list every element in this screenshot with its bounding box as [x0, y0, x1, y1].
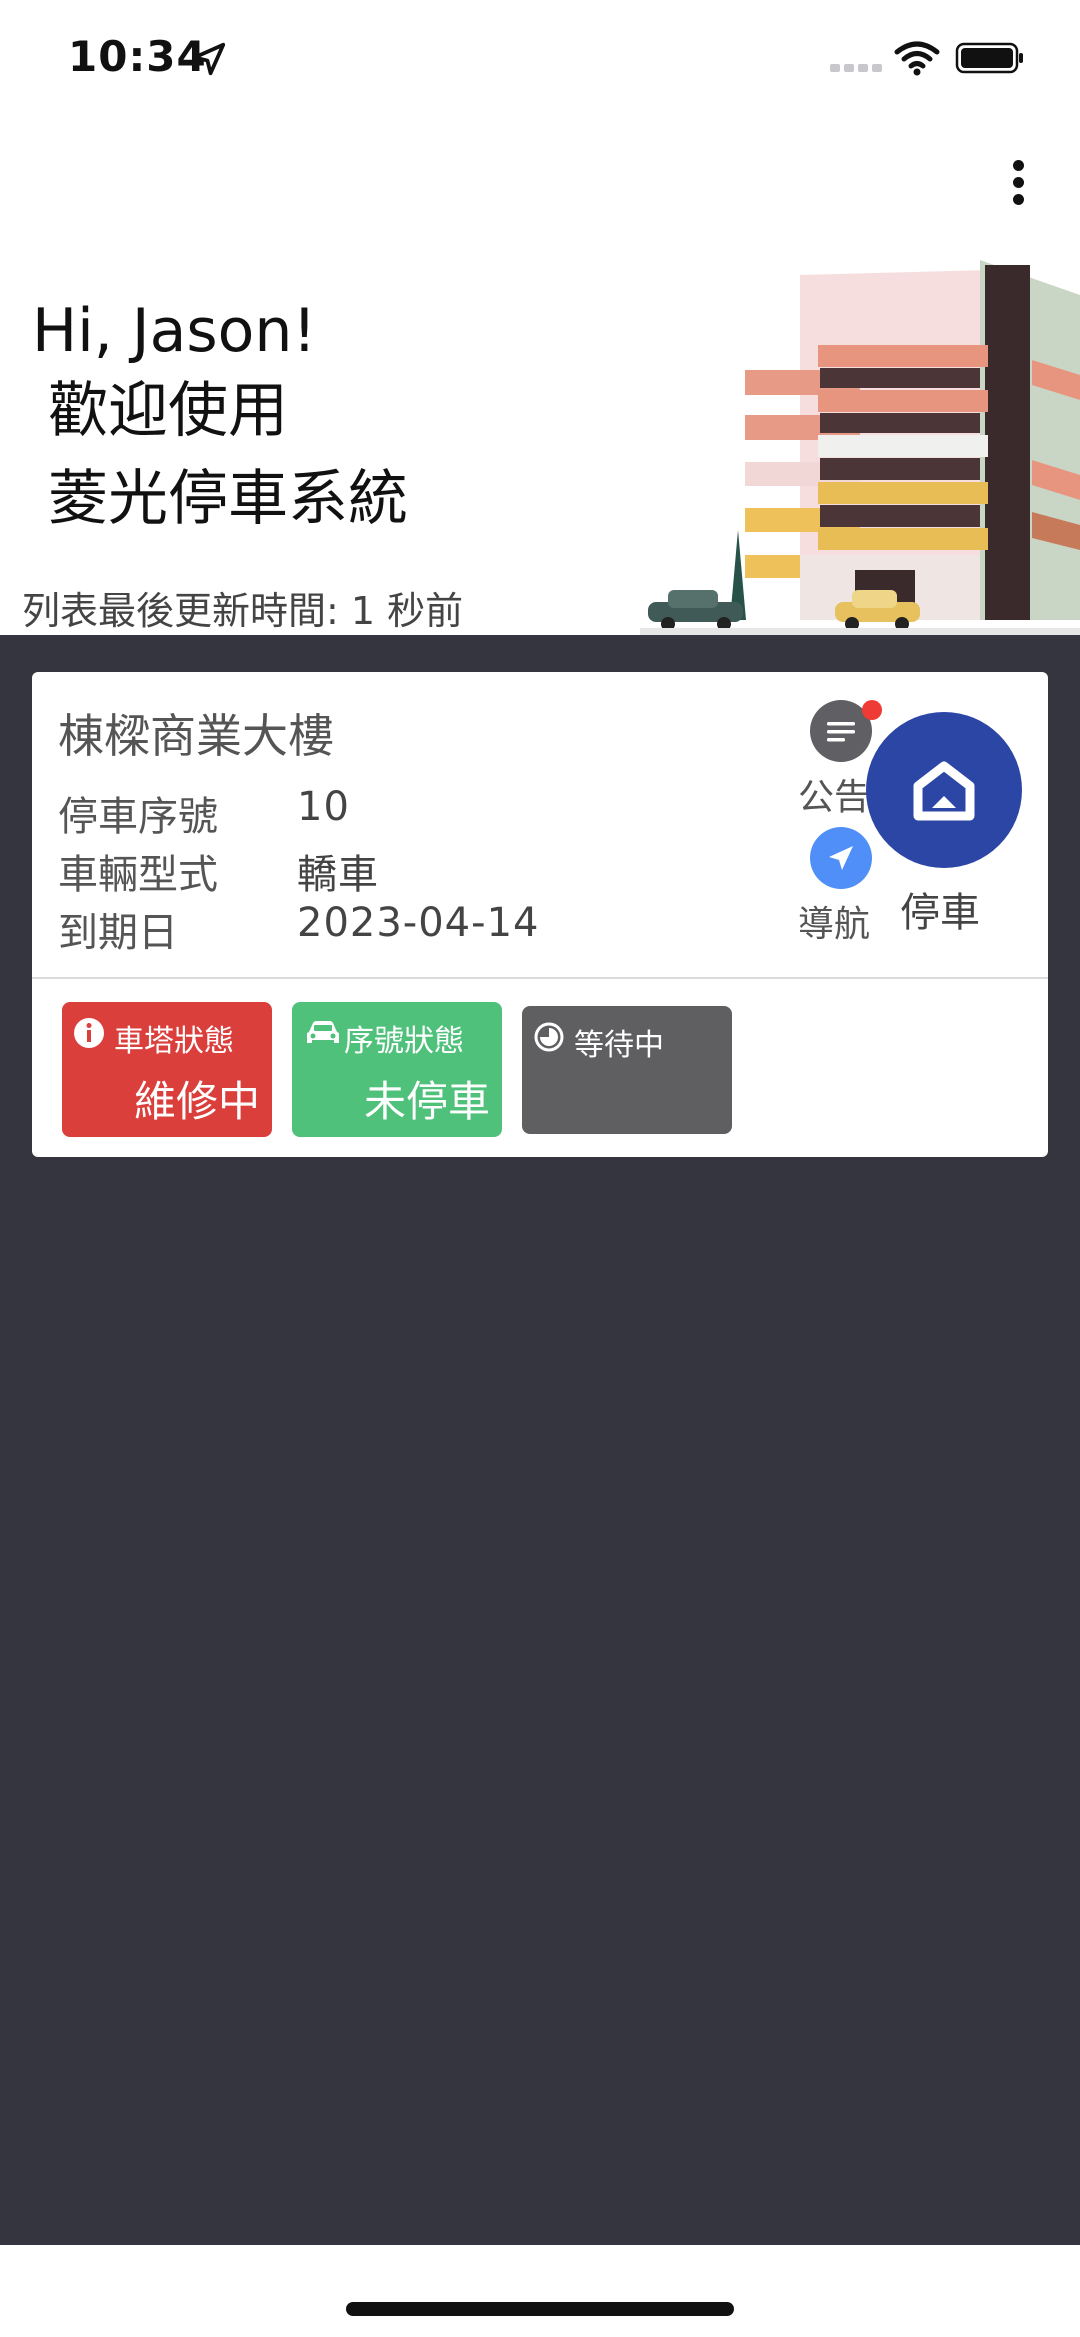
status-time: 10:34	[68, 32, 207, 81]
welcome-line: 歡迎使用	[48, 376, 288, 446]
field-value-serial: 10	[297, 784, 350, 830]
park-label: 停車	[900, 890, 980, 936]
tower-status-title: 車塔狀態	[114, 1024, 234, 1059]
tower-status-tile[interactable]: 車塔狀態 維修中	[62, 1002, 272, 1137]
notice-label: 公告	[798, 777, 871, 818]
location-arrow-icon	[192, 42, 226, 76]
serial-status-tile[interactable]: 序號狀態 未停車	[292, 1002, 502, 1137]
home-indicator[interactable]	[346, 2302, 734, 2316]
field-label-vehicle-type: 車輛型式	[58, 852, 218, 898]
system-name: 菱光停車系統	[48, 464, 408, 534]
field-label-expiry: 到期日	[58, 910, 178, 956]
navigation-label: 導航	[798, 904, 871, 945]
field-label-serial: 停車序號	[58, 794, 218, 840]
field-value-expiry: 2023-04-14	[297, 900, 540, 946]
building-name: 棟樑商業大樓	[58, 709, 334, 763]
parking-building-illustration	[640, 260, 1080, 635]
car-icon	[307, 1021, 339, 1043]
battery-icon	[955, 42, 1023, 74]
card-divider	[32, 977, 1048, 979]
more-vertical-icon[interactable]	[1000, 160, 1036, 216]
wifi-icon	[894, 41, 940, 76]
clock-icon	[534, 1022, 564, 1052]
greeting: Hi, Jason!	[32, 296, 317, 366]
field-value-vehicle-type: 轎車	[297, 852, 379, 898]
tower-status-value: 維修中	[133, 1077, 260, 1126]
garage-icon	[866, 712, 1022, 868]
signal-icon	[830, 64, 882, 72]
parking-card[interactable]: 棟樑商業大樓 停車序號 10 車輛型式 轎車 到期日 2023-04-14 公告…	[32, 672, 1048, 1157]
park-button[interactable]: 停車	[864, 712, 1024, 942]
waiting-tile[interactable]: 等待中	[522, 1006, 732, 1134]
info-icon	[74, 1018, 104, 1048]
serial-status-value: 未停車	[363, 1077, 490, 1126]
waiting-title: 等待中	[574, 1028, 664, 1063]
car-illustration-left	[648, 590, 743, 631]
serial-status-title: 序號狀態	[344, 1024, 464, 1059]
update-time: 列表最後更新時間: 1 秒前	[22, 589, 464, 633]
status-bar: 10:34	[0, 0, 1080, 120]
navigation-arrow-icon	[810, 827, 872, 889]
home-area	[0, 2245, 1080, 2337]
